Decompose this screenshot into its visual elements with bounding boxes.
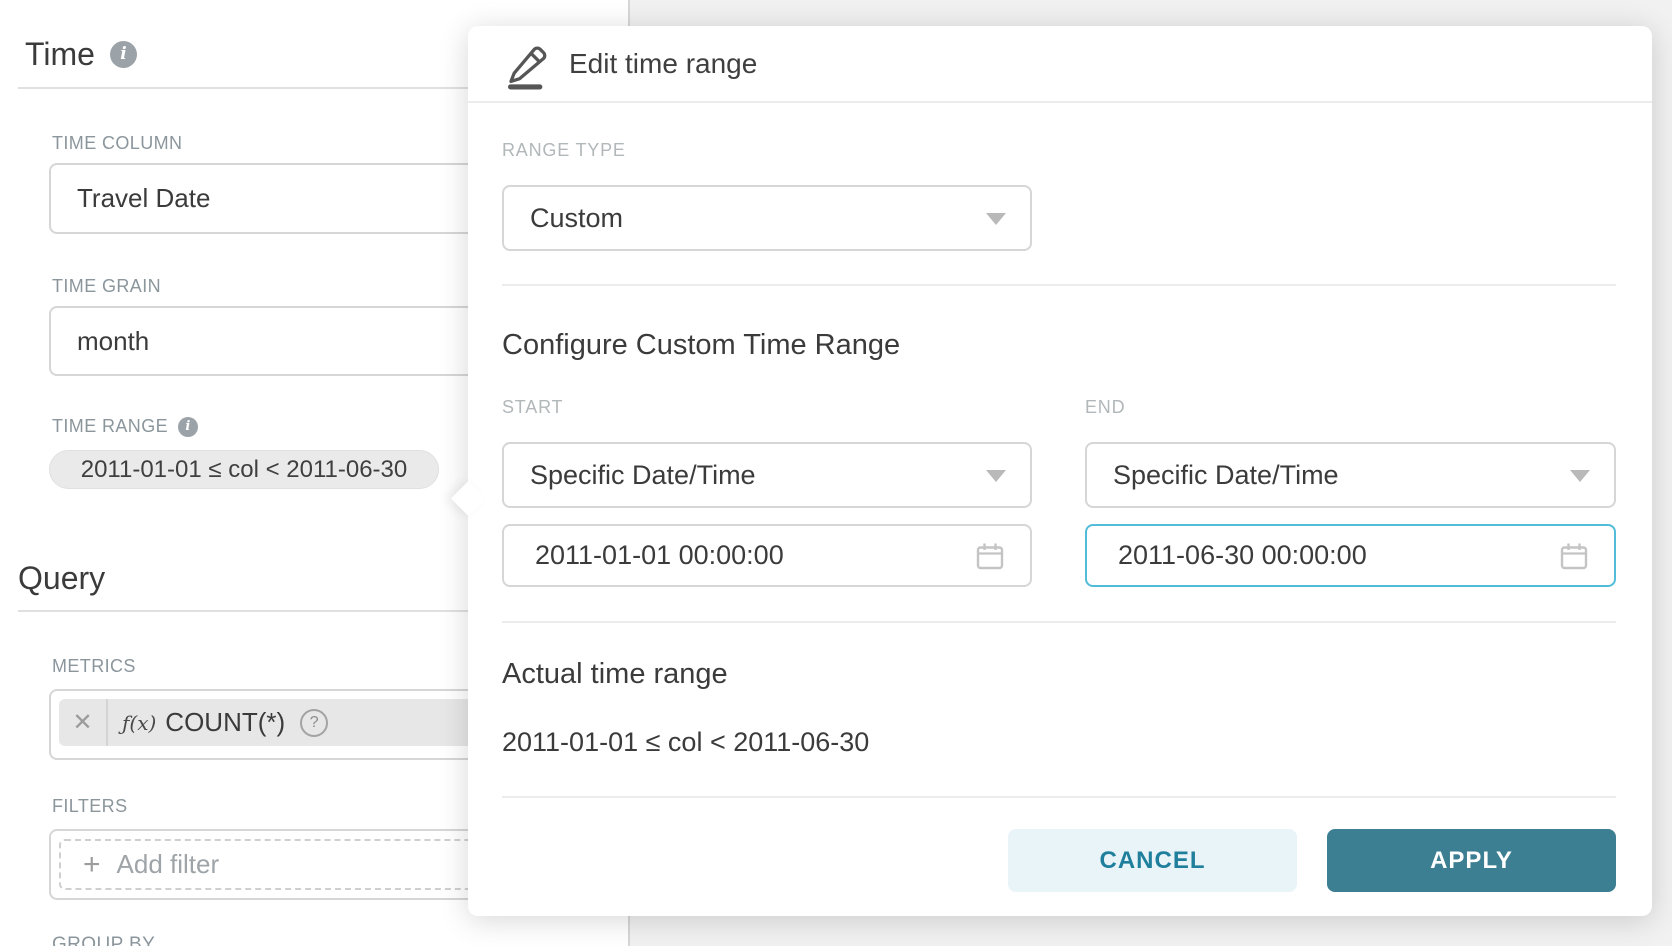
filters-label: FILTERS — [52, 796, 127, 817]
start-type-select[interactable]: Specific Date/Time — [502, 442, 1032, 508]
modal-divider — [502, 796, 1616, 798]
start-datetime-input[interactable]: 2011-01-01 00:00:00 — [502, 524, 1032, 587]
popover-title: Edit time range — [569, 48, 757, 80]
time-range-value: 2011-01-01 ≤ col < 2011-06-30 — [81, 456, 408, 484]
end-type-select[interactable]: Specific Date/Time — [1085, 442, 1616, 508]
time-grain-value: month — [77, 326, 149, 357]
actual-time-range-value: 2011-01-01 ≤ col < 2011-06-30 — [502, 727, 869, 758]
time-column-value: Travel Date — [77, 183, 210, 214]
time-column-label: TIME COLUMN — [52, 133, 182, 154]
modal-divider — [502, 621, 1616, 623]
end-datetime-value: 2011-06-30 00:00:00 — [1118, 540, 1367, 571]
start-datetime-value: 2011-01-01 00:00:00 — [535, 540, 784, 571]
query-section-title: Query — [18, 560, 105, 597]
info-icon[interactable]: i — [110, 41, 137, 68]
chevron-down-icon — [1570, 470, 1590, 482]
plus-icon: + — [83, 850, 101, 880]
help-icon[interactable]: ? — [300, 709, 328, 737]
metric-name: COUNT(*) — [165, 707, 285, 738]
apply-button[interactable]: APPLY — [1327, 829, 1616, 892]
actual-time-range-heading: Actual time range — [502, 658, 728, 691]
metrics-label: METRICS — [52, 656, 136, 677]
end-datetime-input[interactable]: 2011-06-30 00:00:00 — [1085, 524, 1616, 587]
add-filter-label: Add filter — [117, 849, 220, 880]
time-section-label: Time — [25, 36, 95, 73]
modal-divider — [502, 284, 1616, 286]
info-icon[interactable]: i — [178, 417, 198, 437]
explore-page: Time i TIME COLUMN Travel Date TIME GRAI… — [0, 0, 1672, 946]
group-by-label: GROUP BY — [52, 934, 155, 946]
range-type-label: RANGE TYPE — [502, 140, 626, 161]
configure-heading: Configure Custom Time Range — [502, 329, 900, 362]
calendar-icon[interactable] — [975, 541, 1005, 571]
start-label: START — [502, 397, 563, 418]
start-type-value: Specific Date/Time — [530, 460, 756, 491]
time-range-pill[interactable]: 2011-01-01 ≤ col < 2011-06-30 — [49, 450, 439, 489]
remove-icon[interactable]: ✕ — [59, 699, 108, 746]
popover-header: Edit time range — [468, 26, 1652, 103]
time-range-label: TIME RANGE — [52, 416, 168, 437]
range-type-select[interactable]: Custom — [502, 185, 1032, 251]
chevron-down-icon — [986, 470, 1006, 482]
calendar-icon[interactable] — [1559, 541, 1589, 571]
time-range-label-row: TIME RANGE i — [52, 416, 198, 437]
time-section-title: Time i — [25, 36, 137, 73]
edit-time-range-popover: Edit time range RANGE TYPE Custom Config… — [468, 26, 1652, 916]
range-type-value: Custom — [530, 203, 623, 234]
end-type-value: Specific Date/Time — [1113, 460, 1339, 491]
end-label: END — [1085, 397, 1125, 418]
fx-icon: ƒ(x) — [122, 711, 156, 735]
chevron-down-icon — [986, 213, 1006, 225]
cancel-button[interactable]: CANCEL — [1008, 829, 1297, 892]
edit-pencil-icon — [505, 38, 549, 90]
query-section-label: Query — [18, 560, 105, 597]
time-grain-label: TIME GRAIN — [52, 276, 161, 297]
